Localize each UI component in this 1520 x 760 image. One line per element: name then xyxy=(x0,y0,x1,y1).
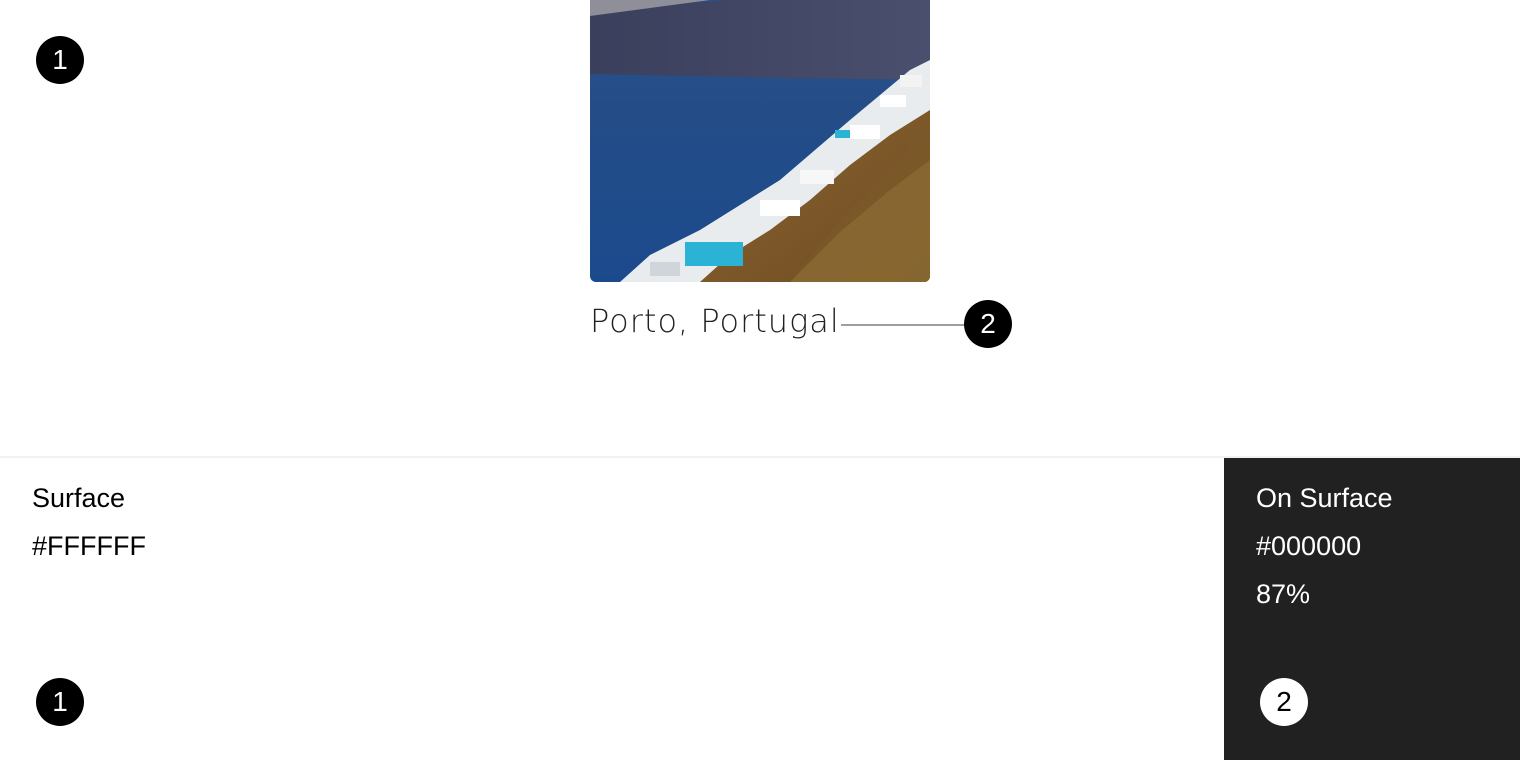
swatch-hex: #000000 xyxy=(1256,531,1362,561)
swatch-marker-1: 1 xyxy=(36,678,84,726)
swatch-name: Surface xyxy=(32,483,126,513)
swatch-name: On Surface xyxy=(1256,483,1393,513)
swatch-opacity: 87% xyxy=(1256,579,1311,609)
card-preview: 1 Porto, Portugal 2 xyxy=(0,0,1520,458)
callout-marker-1: 1 xyxy=(36,36,84,84)
card-title: Porto, Portugal xyxy=(590,302,840,340)
callout-marker-2: 2 xyxy=(964,300,1012,348)
swatch-marker-2: 2 xyxy=(1260,678,1308,726)
color-spec-figure: 1 Porto, Portugal 2 Surface #FFFFFF 1 On… xyxy=(0,0,1520,760)
callout-leader-line xyxy=(841,324,965,326)
cliffside-photo xyxy=(590,0,930,282)
swatch-on-surface: On Surface #000000 87% 2 xyxy=(1224,458,1520,760)
swatch-surface: Surface #FFFFFF 1 xyxy=(0,458,1224,760)
swatch-hex: #FFFFFF xyxy=(32,531,146,561)
